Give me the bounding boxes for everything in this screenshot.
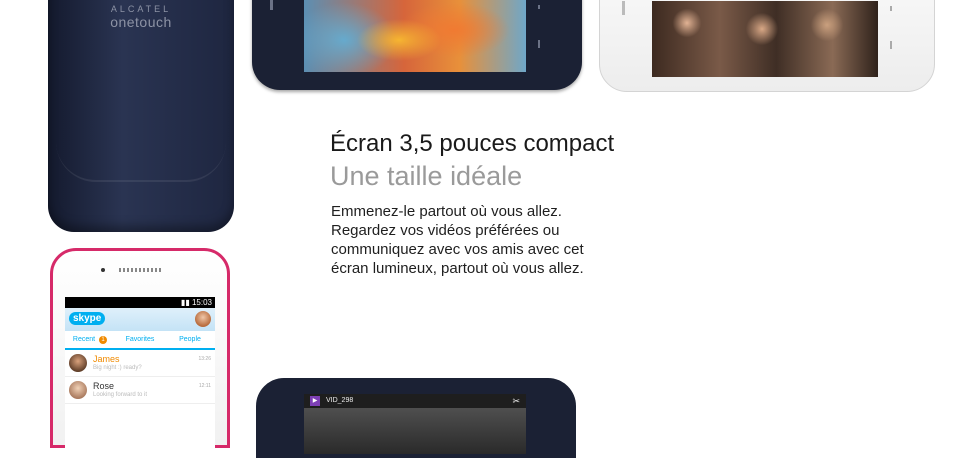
description-line: Emmenez-le partout où vous allez. [331, 203, 562, 220]
tab-count-badge: 1 [99, 336, 108, 344]
avatar [69, 381, 87, 399]
flower-screen-image [304, 0, 526, 72]
speaker-grille [119, 268, 163, 272]
front-camera [101, 268, 105, 272]
back-curve [56, 140, 226, 182]
phone-black-flower [252, 0, 582, 90]
feature-description: Emmenez-le partout où vous allez. Regard… [331, 202, 631, 278]
phone-white-photo [599, 0, 935, 92]
phone-black-video: ▶ VID_298 ✂ [256, 378, 576, 458]
tab-recent[interactable]: Recent 1 [65, 331, 115, 348]
skype-logo: skype [69, 312, 106, 325]
feature-subtitle: Une taille idéale [330, 161, 523, 191]
contact-row[interactable]: Rose Looking forward to it 12:11 [65, 377, 215, 404]
brand-alcatel: ALCATEL [110, 4, 172, 14]
tab-favorites[interactable]: Favorites [115, 331, 165, 348]
back-key-icon [890, 41, 892, 49]
tab-people[interactable]: People [165, 331, 215, 348]
contact-row[interactable]: James Big night :) ready? 13:26 [65, 350, 215, 377]
brand-onetouch: onetouch [110, 14, 172, 30]
home-key-icon [538, 5, 540, 9]
side-button [270, 0, 273, 10]
video-toolbar: ▶ VID_298 ✂ [304, 394, 526, 408]
description-line: écran lumineux, partout où vous allez. [331, 260, 584, 277]
scissors-icon[interactable]: ✂ [512, 394, 520, 408]
home-key-icon [890, 6, 892, 11]
back-key-icon [538, 40, 540, 48]
skype-tabs: Recent 1 Favorites People [65, 331, 215, 350]
video-play-icon[interactable]: ▶ [310, 396, 320, 406]
phone-pink-skype: ▮▮ 15:03 skype Recent 1 Favorites People… [50, 248, 230, 457]
description-line: communiquez avec vos amis avec cet [331, 241, 584, 258]
contact-message: Looking forward to it [93, 392, 148, 398]
photo-screen-image [652, 1, 878, 77]
status-time: 15:03 [191, 298, 212, 307]
skype-header: skype [65, 308, 215, 331]
signal-icon: ▮▮ [180, 298, 190, 307]
tab-label: Recent [72, 336, 96, 343]
contact-time: 12:11 [198, 383, 211, 389]
contact-name: James [93, 354, 120, 364]
status-bar: ▮▮ 15:03 [65, 297, 215, 308]
feature-title: Écran 3,5 pouces compact [330, 130, 615, 157]
skype-screen: ▮▮ 15:03 skype Recent 1 Favorites People… [65, 297, 215, 457]
contact-message: Big night :) ready? [93, 365, 142, 371]
description-line: Regardez vos vidéos préférées ou [331, 222, 560, 239]
phone-back-navy: ALCATEL onetouch [48, 0, 234, 232]
speaker-line [622, 1, 625, 15]
video-screen: ▶ VID_298 ✂ [304, 394, 526, 454]
contact-name: Rose [93, 381, 115, 391]
contact-time: 13:26 [198, 356, 211, 362]
user-avatar[interactable] [195, 311, 211, 327]
video-filename: VID_298 [326, 397, 354, 404]
avatar [69, 354, 87, 372]
